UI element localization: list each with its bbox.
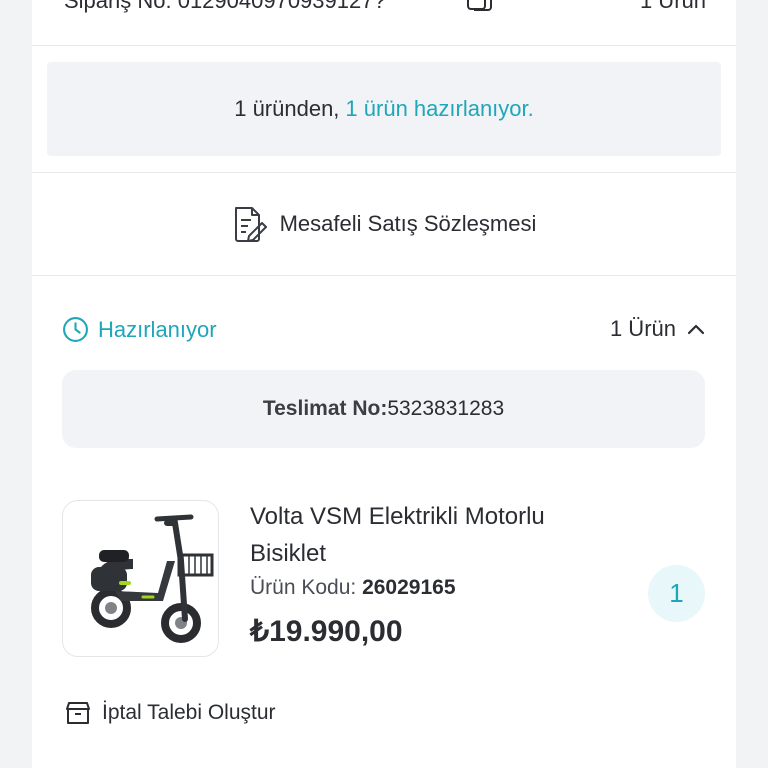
clock-icon — [63, 317, 88, 342]
contract-label: Mesafeli Satış Sözleşmesi — [279, 210, 537, 236]
delivery-number: 5323831283 — [387, 397, 505, 420]
order-header: Sipariş No: 0129040970939127? 1 Ürün — [32, 0, 736, 18]
shipment-status: Hazırlanıyor — [62, 316, 217, 343]
electric-bicycle-image — [91, 514, 214, 643]
shipment-item-count: 1 Ürün — [609, 316, 676, 341]
shipment-status-label: Hazırlanıyor — [98, 316, 217, 342]
items-collapse-toggle[interactable]: 1 Ürün — [610, 316, 706, 342]
order-number: Sipariş No: 0129040970939127? — [64, 0, 386, 13]
document-edit-icon — [234, 206, 267, 242]
product-code-label: Ürün Kodu: — [250, 576, 357, 599]
shipment-header: Hazırlanıyor 1 Ürün — [32, 300, 736, 360]
copy-icon[interactable] — [464, 0, 494, 20]
product-code-value: 26029165 — [362, 576, 456, 599]
cancel-request-label: İptal Talebi Oluştur — [102, 701, 276, 724]
product-price: ₺19.990,00 — [250, 615, 403, 648]
distance-sales-contract-link[interactable]: Mesafeli Satış Sözleşmesi — [32, 172, 736, 275]
order-item-count: 1 Ürün — [639, 0, 706, 13]
summary-prefix: 1 üründen, — [234, 96, 340, 121]
divider — [32, 275, 736, 276]
product-image[interactable] — [62, 500, 219, 657]
product-title[interactable]: Volta VSM Elektrikli Motorlu Bisiklet — [250, 498, 550, 572]
chevron-up-icon — [687, 324, 705, 335]
preparation-summary: 1 üründen, 1 ürün hazırlanıyor. — [47, 62, 721, 156]
store-box-icon — [66, 702, 90, 724]
order-card: Sipariş No: 0129040970939127? 1 Ürün 1 ü… — [32, 0, 736, 768]
delivery-label: Teslimat No: — [262, 397, 388, 420]
delivery-number-box: Teslimat No: 5323831283 — [62, 370, 705, 448]
summary-highlight: 1 ürün hazırlanıyor. — [345, 96, 534, 121]
product-code: Ürün Kodu: 26029165 — [250, 576, 456, 600]
create-cancel-request-link[interactable]: İptal Talebi Oluştur — [64, 700, 276, 726]
divider — [32, 45, 736, 46]
quantity-badge: 1 — [648, 565, 705, 622]
